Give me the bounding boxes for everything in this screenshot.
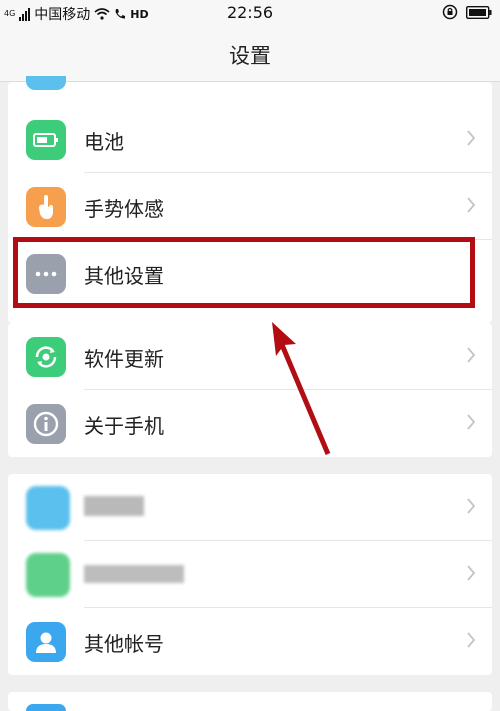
gesture-hand-icon: [26, 187, 66, 227]
update-icon: [26, 337, 66, 377]
settings-item-label: 关于手机: [84, 414, 164, 438]
rotation-lock-icon: [442, 4, 458, 20]
clock: 22:56: [226, 3, 274, 22]
nav-bar: 设置: [0, 26, 500, 82]
blurred-app-icon: [26, 553, 70, 597]
settings-item-label: 软件更新: [84, 347, 164, 371]
chevron-right-icon: [467, 632, 476, 648]
settings-item-gesture[interactable]: 手势体感: [8, 173, 492, 240]
settings-item-other-accounts[interactable]: 其他帐号: [8, 608, 492, 675]
battery-status-icon: [466, 5, 492, 19]
status-right: [442, 4, 492, 20]
settings-group-3: 其他帐号: [8, 474, 492, 675]
settings-item-label: 电池: [84, 130, 124, 154]
chevron-right-icon: [467, 197, 476, 213]
pointer-arrow-icon: [272, 322, 331, 455]
settings-item-hidden[interactable]: [8, 76, 492, 106]
settings-item-software-update[interactable]: 软件更新: [8, 323, 492, 390]
settings-group-2: 软件更新 关于手机: [8, 323, 492, 457]
chevron-right-icon: [467, 347, 476, 363]
settings-item-battery[interactable]: 电池: [8, 106, 492, 173]
settings-item-blurred-2[interactable]: [8, 541, 492, 608]
highlight-box: [13, 237, 475, 308]
partial-app-icon: [26, 704, 66, 711]
chevron-right-icon: [467, 498, 476, 514]
blurred-app-icon: [26, 486, 70, 530]
settings-item-about-phone[interactable]: 关于手机: [8, 390, 492, 457]
chevron-right-icon: [467, 565, 476, 581]
settings-item-label: 手势体感: [84, 197, 164, 221]
blurred-label: [84, 496, 144, 516]
blurred-label: [84, 565, 184, 583]
chevron-right-icon: [467, 130, 476, 146]
account-icon: [26, 622, 66, 662]
settings-group-4: [8, 692, 492, 711]
battery-icon: [26, 120, 66, 160]
partial-app-icon: [26, 76, 66, 90]
settings-item-blurred-1[interactable]: [8, 474, 492, 541]
settings-item-label: 其他帐号: [84, 632, 164, 656]
chevron-right-icon: [467, 414, 476, 430]
info-icon: [26, 404, 66, 444]
status-bar: 4G 中国移动 HD 22:56: [0, 0, 500, 26]
page-title: 设置: [229, 44, 271, 68]
